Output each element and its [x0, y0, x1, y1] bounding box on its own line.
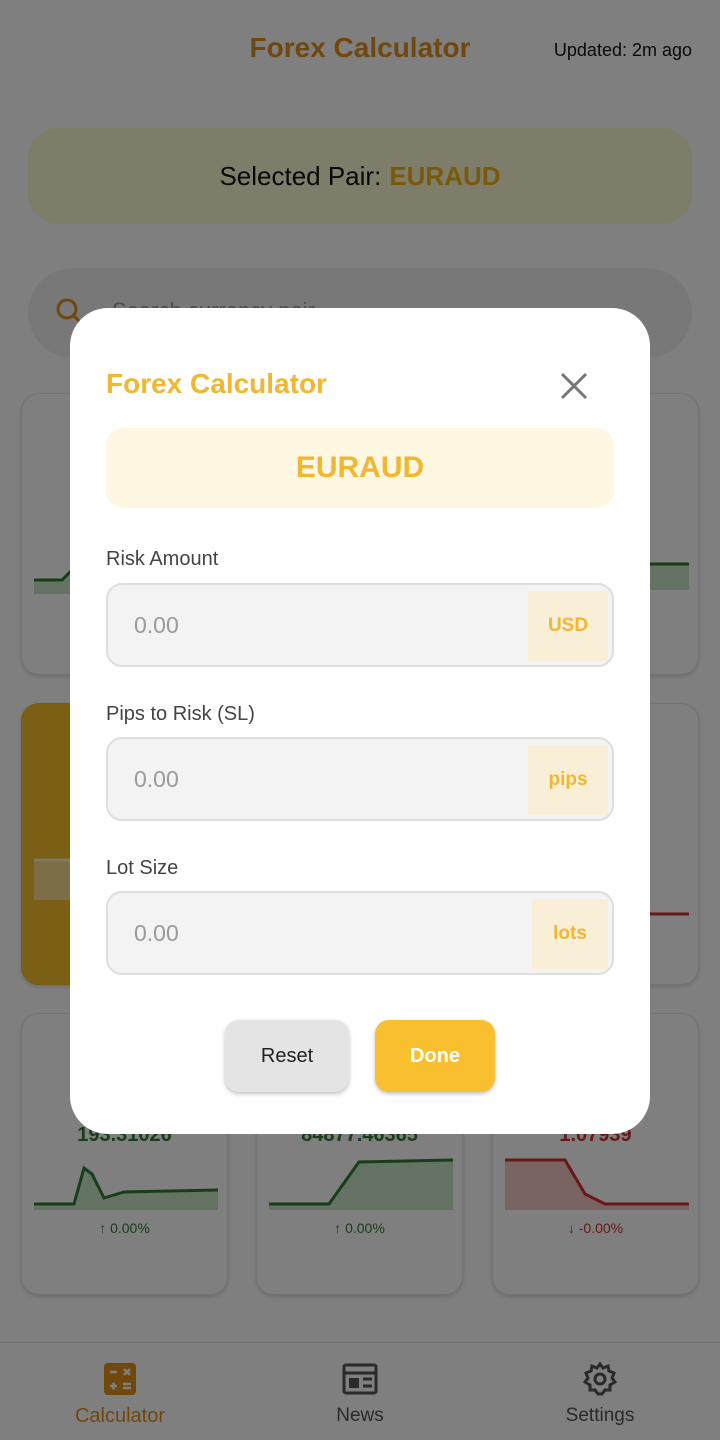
close-button[interactable] [554, 366, 594, 406]
pips-field[interactable]: pips [106, 737, 614, 821]
lot-size-label: Lot Size [106, 857, 179, 879]
pips-input[interactable] [108, 739, 528, 819]
pips-label: Pips to Risk (SL) [106, 703, 255, 725]
dialog-title: Forex Calculator [106, 368, 327, 399]
lot-size-input[interactable] [108, 893, 528, 973]
done-button[interactable]: Done [375, 1020, 495, 1092]
unit-pips: pips [528, 745, 608, 815]
calculator-dialog: Forex Calculator EURAUD Risk Amount USD … [70, 308, 650, 1134]
unit-usd: USD [528, 591, 608, 661]
reset-button[interactable]: Reset [225, 1020, 349, 1092]
lot-size-field[interactable]: lots [106, 891, 614, 975]
risk-amount-label: Risk Amount [106, 548, 219, 570]
risk-amount-input[interactable] [108, 585, 528, 665]
close-icon [560, 372, 588, 400]
risk-amount-field[interactable]: USD [106, 583, 614, 667]
unit-lots: lots [532, 899, 608, 969]
pair-display: EURAUD [106, 428, 614, 508]
